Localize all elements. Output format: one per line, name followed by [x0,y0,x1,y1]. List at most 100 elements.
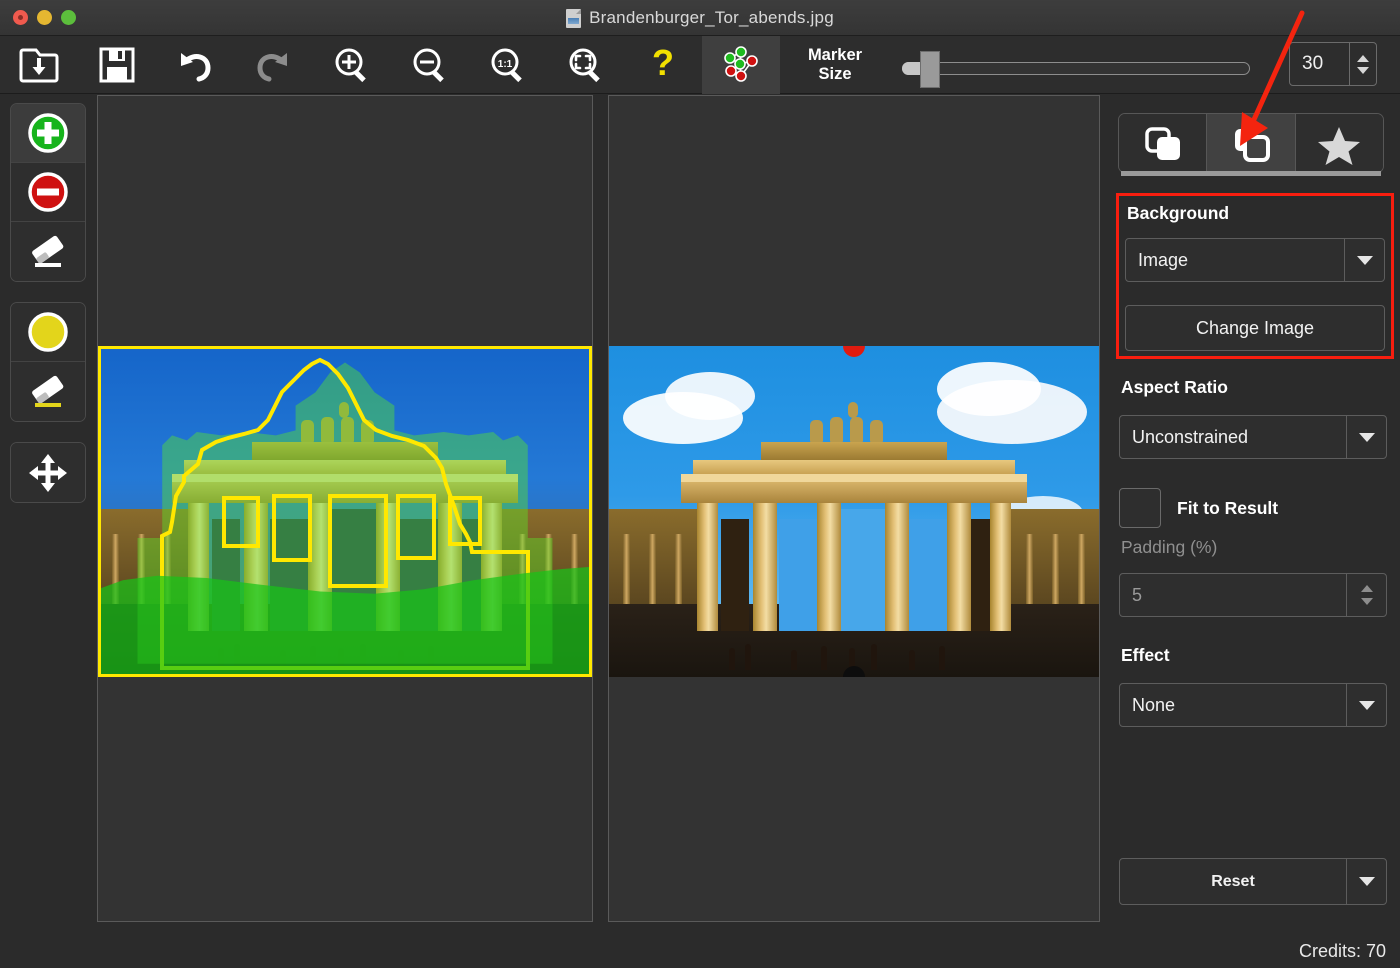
background-type-value[interactable]: Image [1126,239,1344,281]
node-graph-button[interactable] [702,36,780,94]
zoom-in-button[interactable] [312,36,390,94]
erase-marker-button[interactable] [11,222,85,281]
credits-label: Credits: 70 [1299,941,1386,962]
effect-value[interactable]: None [1120,684,1346,726]
chevron-down-icon[interactable] [1346,684,1386,726]
reset-label[interactable]: Reset [1120,859,1346,904]
main-toolbar: 1:1 ? [0,36,1400,94]
marker-size-slider[interactable] [892,36,1244,94]
erase-edge-marker-button[interactable] [11,362,85,421]
tab-effects[interactable] [1296,114,1383,172]
wing-column [623,534,630,604]
svg-text:?: ? [652,45,674,83]
window-title-group: Brandenburger_Tor_abends.jpg [0,0,1400,36]
properties-panel: Background Image Change Image Aspect Rat… [1107,95,1400,968]
reset-dropdown-icon[interactable] [1346,859,1386,904]
padding-label: Padding (%) [1121,537,1217,558]
marker-size-stepper-buttons[interactable] [1349,43,1376,85]
stepper-down-icon[interactable] [1361,598,1373,605]
help-button[interactable]: ? [624,36,702,94]
node-graph-icon [719,45,763,85]
add-foreground-marker-button[interactable] [11,104,85,163]
pan-move-button[interactable] [11,443,85,502]
stepper-down-icon[interactable] [1357,67,1369,74]
undo-button[interactable] [156,36,234,94]
minimize-button[interactable] [37,10,52,25]
tool-group-markers [10,103,86,282]
tool-rail [0,95,96,968]
stepper-up-icon[interactable] [1361,585,1373,592]
fit-to-result-checkbox[interactable] [1119,488,1161,528]
tab-layers[interactable] [1119,114,1207,172]
eraser-yellow-icon [25,370,71,414]
chevron-down-icon[interactable] [1344,239,1384,281]
reset-button[interactable]: Reset [1119,858,1387,905]
wing-column [649,534,656,604]
green-plus-circle-icon [26,111,70,155]
wing-column [1052,534,1059,604]
change-image-button[interactable]: Change Image [1125,305,1385,351]
redo-button[interactable] [234,36,312,94]
close-button[interactable] [13,10,28,25]
zoom-fit-button[interactable] [546,36,624,94]
maximize-button[interactable] [61,10,76,25]
fit-to-result-row[interactable]: Fit to Result [1119,488,1278,528]
chevron-down-icon[interactable] [1346,416,1386,458]
eraser-white-icon [25,230,71,274]
magnifier-plus-icon [331,45,371,85]
title-bar: Brandenburger_Tor_abends.jpg [0,0,1400,36]
wing-column [1026,534,1033,604]
background-type-select[interactable]: Image [1125,238,1385,282]
result-preview-canvas[interactable] [608,95,1100,922]
source-image-canvas[interactable] [97,95,593,922]
zoom-actual-size-button[interactable]: 1:1 [468,36,546,94]
effect-select[interactable]: None [1119,683,1387,727]
padding-stepper[interactable]: 5 [1119,573,1387,617]
folder-download-icon [19,46,59,84]
stepper-up-icon[interactable] [1357,55,1369,62]
magnifier-minus-icon [409,45,449,85]
move-arrows-icon [27,452,69,494]
zoom-out-button[interactable] [390,36,468,94]
undo-arrow-icon [175,47,215,83]
red-minus-circle-icon [26,170,70,214]
cloud [937,362,1041,416]
magnifier-1to1-icon: 1:1 [487,45,527,85]
tool-group-navigation [10,442,86,503]
cloud [665,372,755,420]
fit-to-result-label: Fit to Result [1177,498,1278,519]
change-image-label: Change Image [1196,318,1314,339]
tool-group-edges [10,302,86,422]
window-title: Brandenburger_Tor_abends.jpg [589,8,834,28]
open-image-button[interactable] [0,36,78,94]
floppy-save-icon [98,46,136,84]
marker-size-value[interactable]: 30 [1290,43,1349,85]
slider-thumb[interactable] [920,51,940,88]
two-squares-filled-icon [1137,121,1189,165]
quadriga-statue [806,412,902,442]
star-icon [1313,121,1365,165]
slider-track [902,62,1250,75]
question-mark-icon: ? [646,45,680,85]
wing-column [1078,534,1085,604]
remove-background-marker-button[interactable] [11,163,85,222]
padding-value[interactable]: 5 [1120,574,1346,616]
image-document-icon [566,9,581,28]
padding-stepper-buttons[interactable] [1346,574,1386,616]
effect-heading: Effect [1121,645,1170,666]
tab-row-underline [1121,171,1381,176]
magnifier-fit-icon [565,45,605,85]
marker-size-label-line1: Marker [786,46,884,65]
tab-background[interactable] [1207,114,1295,172]
application-window: Brandenburger_Tor_abends.jpg [0,0,1400,968]
marker-size-label: Marker Size [786,46,884,84]
edge-marker-button[interactable] [11,303,85,362]
result-photo[interactable] [609,346,1099,677]
aspect-ratio-value[interactable]: Unconstrained [1120,416,1346,458]
source-photo[interactable] [98,346,592,677]
aspect-ratio-select[interactable]: Unconstrained [1119,415,1387,459]
background-heading: Background [1127,203,1229,224]
save-image-button[interactable] [78,36,156,94]
brandenburg-gate [681,431,1027,631]
marker-size-stepper[interactable]: 30 [1289,42,1377,86]
